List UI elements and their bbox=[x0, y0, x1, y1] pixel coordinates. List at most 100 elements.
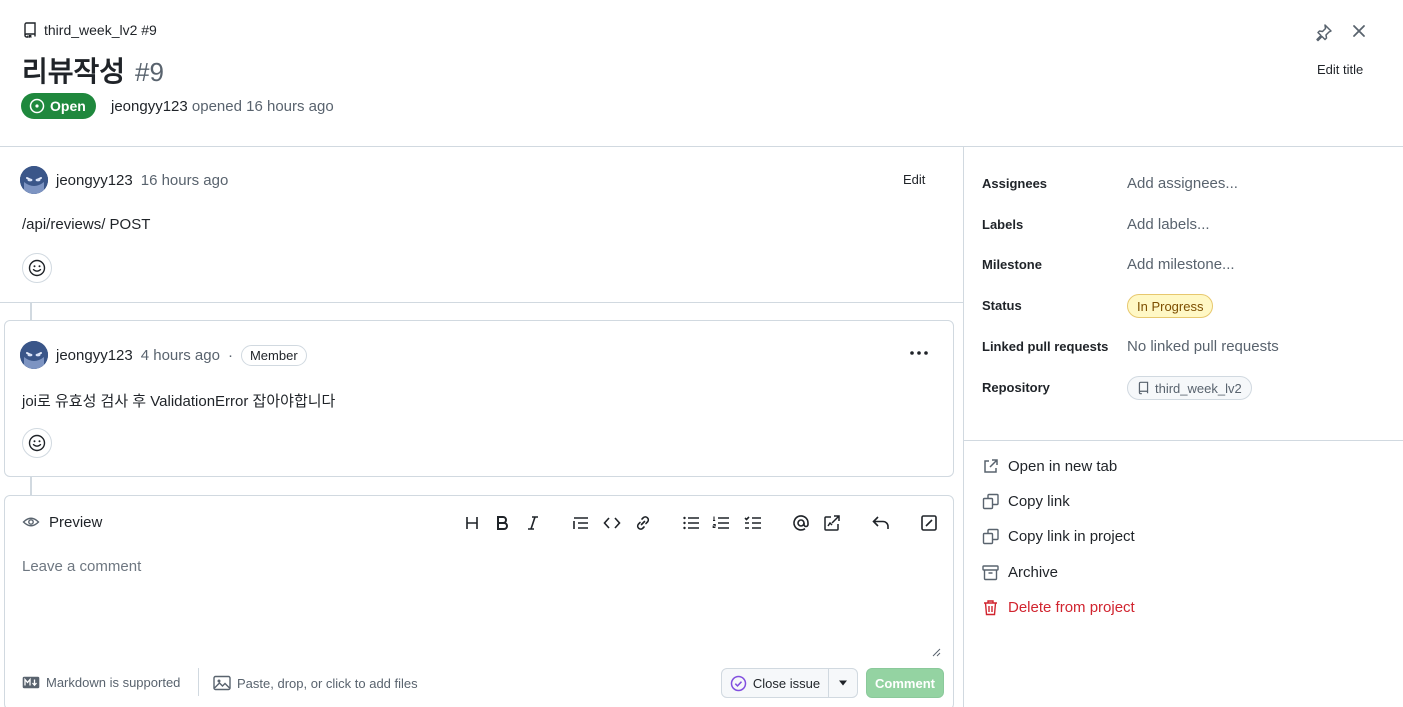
kebab-horizontal-icon bbox=[908, 345, 930, 361]
cross-reference-icon bbox=[823, 514, 841, 532]
milestone-value[interactable]: Add milestone... bbox=[1127, 256, 1235, 273]
repo-icon bbox=[1137, 381, 1150, 395]
bold-icon bbox=[494, 515, 510, 531]
opened-time: opened 16 hours ago bbox=[187, 98, 334, 115]
markdown-link[interactable]: Markdown is supported bbox=[22, 675, 180, 690]
comment-author[interactable]: jeongyy123 bbox=[56, 172, 133, 189]
attach-note: Paste, drop, or click to add files bbox=[237, 675, 418, 691]
attach-files-button[interactable]: Paste, drop, or click to add files bbox=[213, 675, 418, 691]
saved-replies-button[interactable] bbox=[870, 512, 892, 534]
mention-button[interactable] bbox=[790, 512, 812, 534]
footer-divider bbox=[198, 668, 199, 696]
list-unordered-icon bbox=[682, 515, 700, 531]
pin-button[interactable] bbox=[1313, 21, 1335, 43]
reference-button[interactable] bbox=[821, 512, 843, 534]
task-list-button[interactable] bbox=[742, 512, 764, 534]
heading-icon bbox=[464, 515, 480, 531]
eye-icon bbox=[22, 513, 40, 531]
avatar[interactable] bbox=[20, 166, 48, 194]
preview-label: Preview bbox=[49, 513, 103, 531]
author-link[interactable]: jeongyy123 bbox=[111, 98, 188, 115]
sidebar-divider bbox=[964, 440, 1403, 441]
comment-time[interactable]: 16 hours ago bbox=[141, 172, 229, 189]
copy-link-in-project-label: Copy link in project bbox=[1008, 528, 1135, 545]
repo-breadcrumb[interactable]: third_week_lv2 #9 bbox=[22, 22, 157, 38]
triangle-down-icon bbox=[838, 680, 848, 686]
column-divider bbox=[963, 147, 964, 707]
markdown-note: Markdown is supported bbox=[46, 675, 181, 690]
labels-value[interactable]: Add labels... bbox=[1127, 216, 1210, 233]
repository-label: Repository bbox=[982, 380, 1050, 395]
add-reaction-button[interactable] bbox=[22, 428, 52, 458]
smiley-icon bbox=[28, 434, 46, 452]
mention-icon bbox=[792, 514, 810, 532]
preview-tab[interactable]: Preview bbox=[22, 513, 102, 531]
delete-from-project-label: Delete from project bbox=[1008, 599, 1135, 616]
heading-button[interactable] bbox=[461, 512, 483, 534]
repo-breadcrumb-label: third_week_lv2 #9 bbox=[44, 22, 157, 38]
edit-title-button[interactable]: Edit title bbox=[1317, 62, 1363, 77]
ordered-list-button[interactable] bbox=[710, 512, 732, 534]
close-issue-label: Close issue bbox=[752, 675, 821, 691]
comment-header: jeongyy123 4 hours ago · Member bbox=[20, 341, 307, 369]
delete-from-project-action[interactable]: Delete from project bbox=[982, 599, 1135, 616]
copy-link-in-project-action[interactable]: Copy link in project bbox=[982, 528, 1135, 545]
issue-state-badge: Open bbox=[21, 93, 96, 119]
archive-action[interactable]: Archive bbox=[982, 564, 1058, 581]
resize-handle-icon[interactable] bbox=[931, 647, 941, 657]
trash-icon bbox=[982, 599, 999, 616]
link-external-icon bbox=[982, 458, 999, 475]
comment-menu-button[interactable] bbox=[908, 345, 930, 361]
italic-icon bbox=[525, 515, 541, 531]
unordered-list-button[interactable] bbox=[680, 512, 702, 534]
quote-button[interactable] bbox=[570, 512, 592, 534]
comment-textarea[interactable]: Leave a comment bbox=[22, 558, 942, 575]
issue-opened-icon bbox=[29, 98, 45, 114]
code-button[interactable] bbox=[601, 512, 623, 534]
italic-button[interactable] bbox=[522, 512, 544, 534]
member-badge: Member bbox=[240, 344, 307, 366]
archive-icon bbox=[982, 564, 999, 581]
issue-body-header: jeongyy123 16 hours ago bbox=[20, 166, 228, 194]
close-icon bbox=[1352, 24, 1366, 38]
add-reaction-button[interactable] bbox=[22, 253, 52, 283]
avatar[interactable] bbox=[20, 341, 48, 369]
open-in-new-tab-label: Open in new tab bbox=[1008, 458, 1118, 475]
status-label: Status bbox=[982, 298, 1022, 313]
quote-icon bbox=[572, 515, 590, 531]
issue-number: #9 bbox=[135, 57, 164, 87]
tasklist-icon bbox=[744, 515, 762, 531]
close-issue-button[interactable]: Close issue bbox=[721, 668, 829, 698]
copy-link-action[interactable]: Copy link bbox=[982, 493, 1070, 510]
copy-link-label: Copy link bbox=[1008, 493, 1070, 510]
comment-time[interactable]: 4 hours ago bbox=[141, 347, 220, 364]
edit-body-button[interactable]: Edit bbox=[903, 172, 925, 187]
repository-pill[interactable]: third_week_lv2 bbox=[1127, 376, 1252, 400]
edit-fullscreen-icon bbox=[920, 514, 938, 532]
issue-title: 리뷰작성 #9 bbox=[22, 50, 164, 90]
link-button[interactable] bbox=[632, 512, 654, 534]
timeline-connector bbox=[30, 303, 32, 320]
timeline-connector bbox=[30, 477, 32, 495]
issue-title-text: 리뷰작성 bbox=[22, 55, 126, 88]
status-badge[interactable]: In Progress bbox=[1127, 294, 1214, 318]
smiley-icon bbox=[28, 259, 46, 277]
comment-author[interactable]: jeongyy123 bbox=[56, 347, 133, 364]
repo-icon bbox=[22, 22, 38, 38]
separator-dot: · bbox=[227, 346, 233, 364]
list-ordered-icon bbox=[712, 515, 730, 531]
header-divider bbox=[0, 146, 1403, 147]
close-panel-button[interactable] bbox=[1349, 21, 1369, 41]
issue-closed-icon bbox=[730, 675, 747, 692]
milestone-label: Milestone bbox=[982, 257, 1042, 272]
assignees-value[interactable]: Add assignees... bbox=[1127, 175, 1238, 192]
linked-prs-value[interactable]: No linked pull requests bbox=[1127, 338, 1279, 355]
close-issue-dropdown-button[interactable] bbox=[828, 668, 858, 698]
image-icon bbox=[213, 675, 231, 691]
issue-state-label: Open bbox=[50, 98, 86, 114]
comment-button[interactable]: Comment bbox=[866, 668, 944, 698]
open-in-new-tab-action[interactable]: Open in new tab bbox=[982, 458, 1117, 475]
body-divider bbox=[0, 302, 963, 303]
bold-button[interactable] bbox=[491, 512, 513, 534]
fullscreen-button[interactable] bbox=[918, 512, 940, 534]
